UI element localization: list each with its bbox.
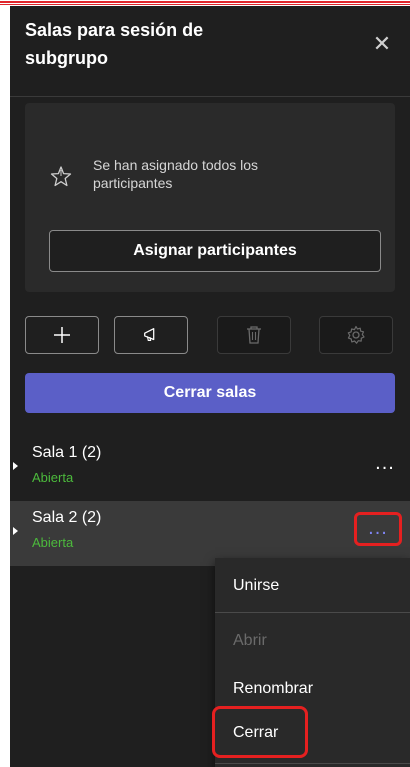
trash-icon (247, 326, 261, 344)
room-name: Sala 1 (2) (32, 444, 102, 461)
panel-title: Salas para sesión de subgrupo (25, 20, 204, 68)
menu-item-rename[interactable]: Renombrar (215, 667, 410, 711)
menu-item-join[interactable]: Unirse (215, 564, 410, 608)
room-context-menu: Unirse Abrir Renombrar Cerrar (212, 558, 410, 767)
close-rooms-button[interactable]: Cerrar salas (25, 373, 395, 413)
star-icon (50, 166, 72, 187)
expand-caret-icon[interactable] (13, 527, 18, 535)
assign-participants-card: Se han asignado todos los participantes … (25, 103, 395, 292)
room-status: Abierta (32, 470, 74, 485)
breakout-rooms-panel: Salas para sesión de subgrupo ✕ Se han a… (10, 6, 410, 767)
menu-divider (215, 612, 410, 613)
close-icon[interactable]: ✕ (370, 32, 394, 56)
highlight-box (212, 706, 308, 758)
announcement-button[interactable] (114, 316, 188, 354)
room-item-1[interactable]: Sala 1 (2) Abierta ... (10, 436, 410, 501)
room-status: Abierta (32, 535, 74, 550)
menu-divider (215, 763, 410, 764)
more-options-icon[interactable]: ... (365, 450, 405, 480)
delete-room-button[interactable] (217, 316, 291, 354)
divider (10, 96, 410, 97)
room-name: Sala 2 (2) (32, 509, 102, 526)
more-options-icon[interactable]: ... (354, 512, 402, 546)
menu-item-open: Abrir (233, 632, 267, 649)
assign-message: Se han asignado todos los participantes (93, 157, 259, 191)
megaphone-icon (144, 328, 155, 341)
add-room-button[interactable] (25, 316, 99, 354)
room-item-2[interactable]: Sala 2 (2) Abierta ... (10, 501, 410, 566)
assign-participants-button[interactable]: Asignar participantes (49, 230, 381, 272)
expand-caret-icon[interactable] (13, 462, 18, 470)
plus-icon (54, 327, 70, 343)
gear-icon (347, 325, 365, 344)
settings-button[interactable] (319, 316, 393, 354)
